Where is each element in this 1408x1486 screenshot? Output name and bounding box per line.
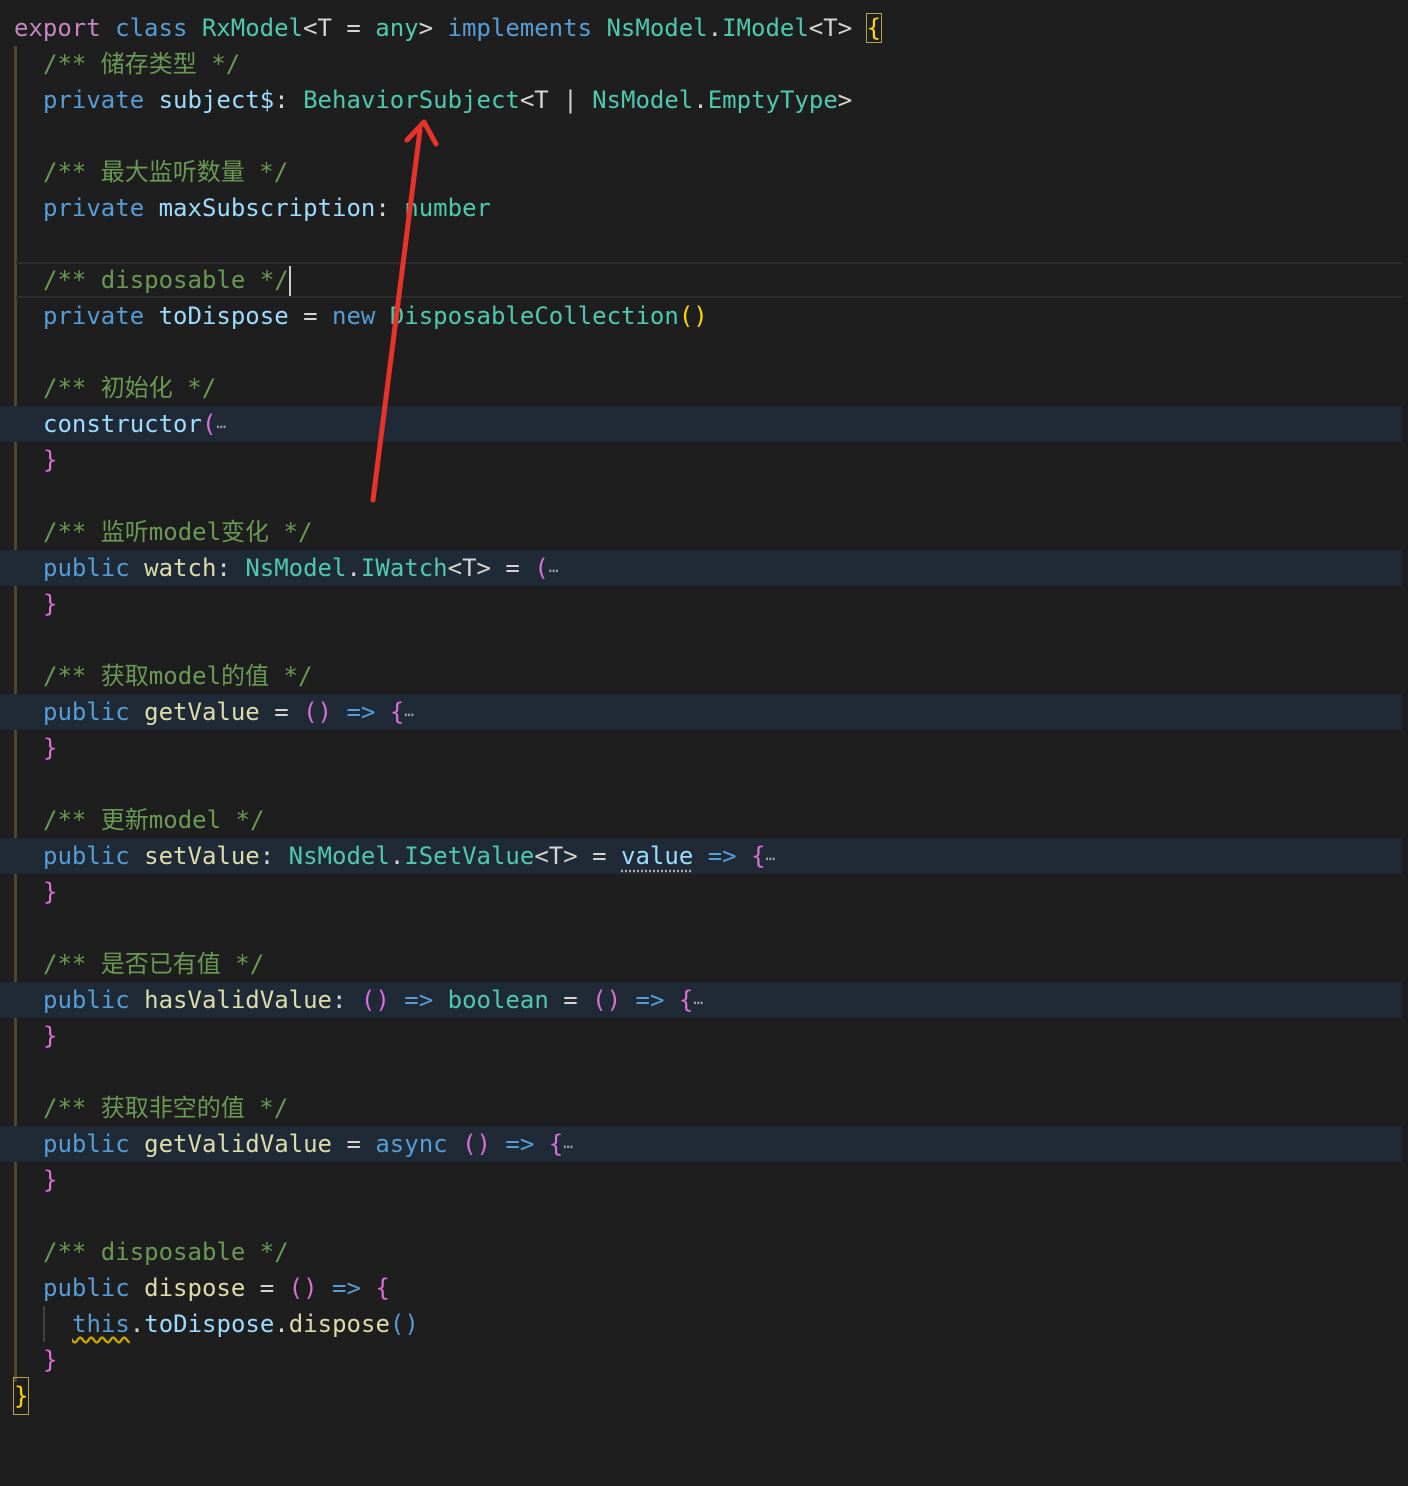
code-editor[interactable]: export class RxModel<T = any> implements…: [0, 0, 1408, 1456]
arrow-shaft: [370, 127, 423, 503]
annotation-arrow: [370, 119, 439, 503]
